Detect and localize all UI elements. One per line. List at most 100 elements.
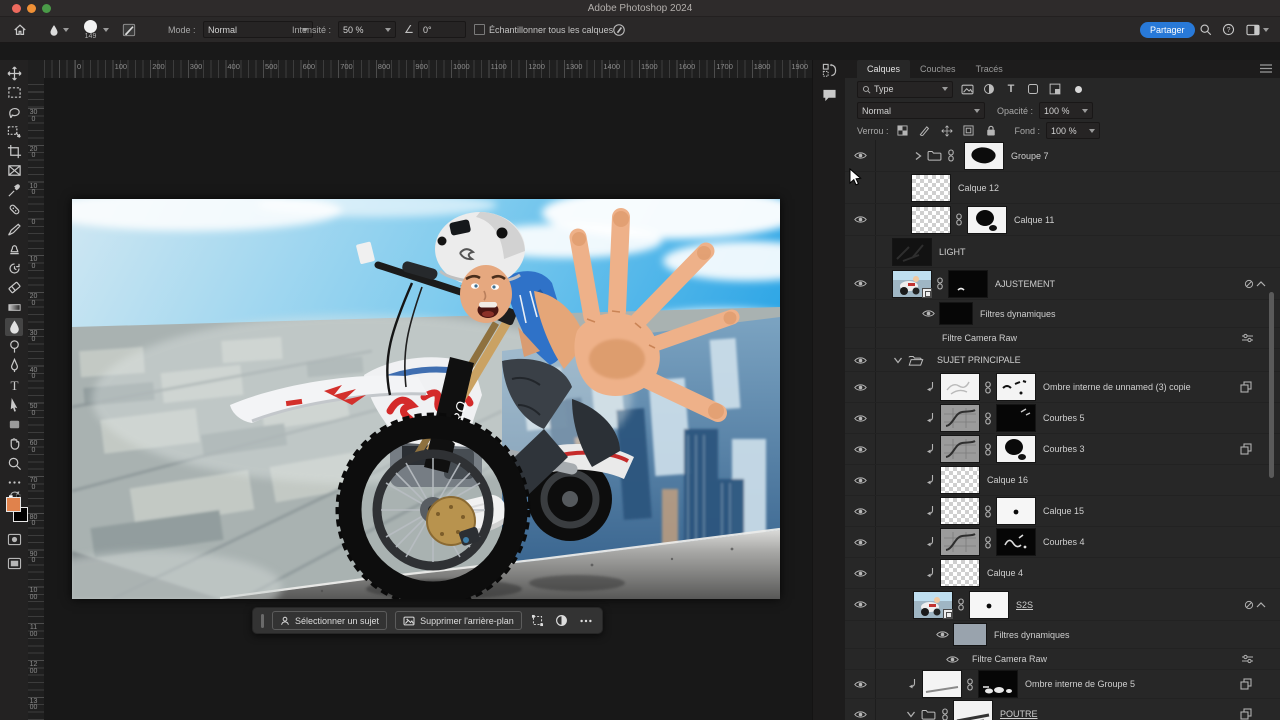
layer-name[interactable]: POUTRE [1000, 709, 1038, 719]
mask-link-icon[interactable] [936, 277, 944, 290]
hand-tool[interactable] [5, 435, 23, 453]
filter-toggle[interactable] [1075, 86, 1082, 93]
lock-image-pixels-icon[interactable] [917, 124, 933, 138]
layer-thumbnail[interactable] [941, 560, 979, 586]
lock-all-icon[interactable] [983, 124, 999, 138]
taskbar-drag-handle[interactable] [261, 614, 264, 628]
visibility-toggle[interactable] [936, 630, 949, 639]
layer-name[interactable]: Filtre Camera Raw [972, 654, 1047, 664]
crop-tool[interactable] [5, 142, 23, 160]
collapse-group-icon[interactable] [906, 710, 916, 718]
layer-thumbnail[interactable] [912, 175, 950, 201]
visibility-toggle[interactable] [845, 268, 876, 299]
layer-row[interactable]: Courbes 3 [845, 434, 1280, 465]
transform-icon[interactable] [530, 614, 546, 628]
layer-thumbnail[interactable] [954, 701, 992, 720]
layer-row[interactable]: Calque 16 [845, 465, 1280, 496]
frame-tool[interactable] [5, 162, 23, 180]
lock-transparent-pixels-icon[interactable] [895, 124, 911, 138]
rectangular-marquee-tool[interactable] [5, 84, 23, 102]
object-selection-tool[interactable] [5, 123, 23, 141]
layer-name[interactable]: Calque 12 [958, 183, 999, 193]
layer-thumbnail[interactable] [941, 405, 979, 431]
visibility-toggle[interactable] [845, 670, 876, 698]
visibility-toggle[interactable] [845, 204, 876, 235]
layer-thumbnail[interactable] [941, 467, 979, 493]
brush-tool[interactable] [5, 220, 23, 238]
layer-name[interactable]: Filtres dynamiques [980, 309, 1056, 319]
brush-preset-picker[interactable]: 149 [84, 17, 97, 42]
fill-input[interactable]: 100 % [1046, 122, 1100, 139]
layer-name[interactable]: Filtre Camera Raw [942, 333, 1017, 343]
clipping-mask-icon[interactable] [926, 412, 936, 424]
help-icon[interactable]: ? [1222, 17, 1235, 42]
quick-mask-icon[interactable] [5, 530, 23, 548]
brush-picker-chevron[interactable] [103, 17, 109, 42]
eyedropper-tool[interactable] [5, 181, 23, 199]
copy-effect-badge[interactable] [1240, 443, 1252, 455]
pen-tool[interactable] [5, 357, 23, 375]
layer-thumbnail[interactable] [954, 624, 986, 645]
gradient-tool[interactable] [5, 298, 23, 316]
zoom-tool[interactable] [5, 454, 23, 472]
layer-row[interactable]: Calque 12 [845, 172, 1280, 204]
mask-link-icon[interactable] [984, 443, 992, 456]
filter-shape-layers-icon[interactable] [1025, 82, 1041, 96]
mask-link-icon[interactable] [984, 381, 992, 394]
layer-name[interactable]: Ombre interne de unnamed (3) copie [1043, 382, 1191, 392]
layer-name[interactable]: Calque 4 [987, 568, 1023, 578]
layer-thumbnail[interactable] [941, 529, 979, 555]
mask-link-icon[interactable] [984, 412, 992, 425]
opacity-input[interactable]: 100 % [1039, 102, 1093, 119]
visibility-toggle[interactable] [845, 372, 876, 402]
layer-row[interactable]: Filtre Camera Raw [845, 328, 1280, 349]
layer-thumbnail[interactable] [940, 303, 972, 324]
move-tool[interactable] [5, 64, 23, 82]
layer-row[interactable]: Filtres dynamiques [845, 300, 1280, 328]
mask-link-icon[interactable] [955, 213, 963, 226]
sample-all-layers-label[interactable]: Échantillonner tous les calques [489, 17, 613, 42]
layer-mask-thumbnail[interactable] [949, 271, 987, 297]
clipping-mask-icon[interactable] [908, 678, 918, 690]
intensity-select[interactable]: 50 % [338, 22, 396, 37]
healing-brush-tool[interactable] [5, 201, 23, 219]
remove-background-button[interactable]: Supprimer l'arrière-plan [395, 611, 522, 630]
comments-panel-icon[interactable] [821, 86, 838, 103]
blur-tool[interactable] [5, 318, 23, 336]
visibility-toggle[interactable] [845, 328, 876, 348]
shape-tool[interactable] [5, 415, 23, 433]
canvas[interactable]: ARRO [72, 199, 780, 599]
layer-thumbnail[interactable] [941, 498, 979, 524]
clipping-mask-icon[interactable] [926, 381, 936, 393]
layer-name[interactable]: Calque 11 [1014, 215, 1054, 225]
layer-mask-thumbnail[interactable] [997, 405, 1035, 431]
layer-mask-thumbnail[interactable] [997, 436, 1035, 462]
blend-mode-select[interactable]: Normal [857, 102, 985, 119]
visibility-toggle[interactable] [845, 621, 876, 648]
more-options-icon[interactable] [578, 614, 594, 628]
foreground-color-swatch[interactable] [6, 497, 21, 512]
filter-type-layers-icon[interactable]: T [1003, 82, 1019, 96]
filter-pixel-layers-icon[interactable] [959, 82, 975, 96]
layer-name[interactable]: Calque 16 [987, 475, 1028, 485]
layer-mask-thumbnail[interactable] [997, 374, 1035, 400]
type-tool[interactable]: T [5, 376, 23, 394]
sample-all-layers-checkbox[interactable] [474, 17, 485, 42]
eraser-tool[interactable] [5, 279, 23, 297]
layer-mask-thumbnail[interactable] [979, 671, 1017, 697]
layer-row[interactable]: Calque 4 [845, 558, 1280, 589]
copy-effect-badge[interactable] [1240, 678, 1252, 690]
copy-effect-badge[interactable] [1240, 708, 1252, 720]
layer-name[interactable]: Ombre interne de Groupe 5 [1025, 679, 1135, 689]
blur-tool-preset-icon[interactable] [48, 17, 69, 42]
brush-panel-toggle-icon[interactable] [122, 17, 136, 42]
clipping-mask-icon[interactable] [926, 567, 936, 579]
layer-row[interactable]: Groupe 7 [845, 140, 1280, 172]
layer-row[interactable]: Ombre interne de Groupe 5 [845, 670, 1280, 699]
layer-name[interactable]: Filtres dynamiques [994, 630, 1070, 640]
visibility-toggle[interactable] [845, 699, 876, 720]
folder-open-icon[interactable] [908, 355, 924, 366]
clone-stamp-tool[interactable] [5, 240, 23, 258]
visibility-toggle[interactable] [845, 300, 876, 327]
visibility-toggle[interactable] [845, 649, 876, 669]
